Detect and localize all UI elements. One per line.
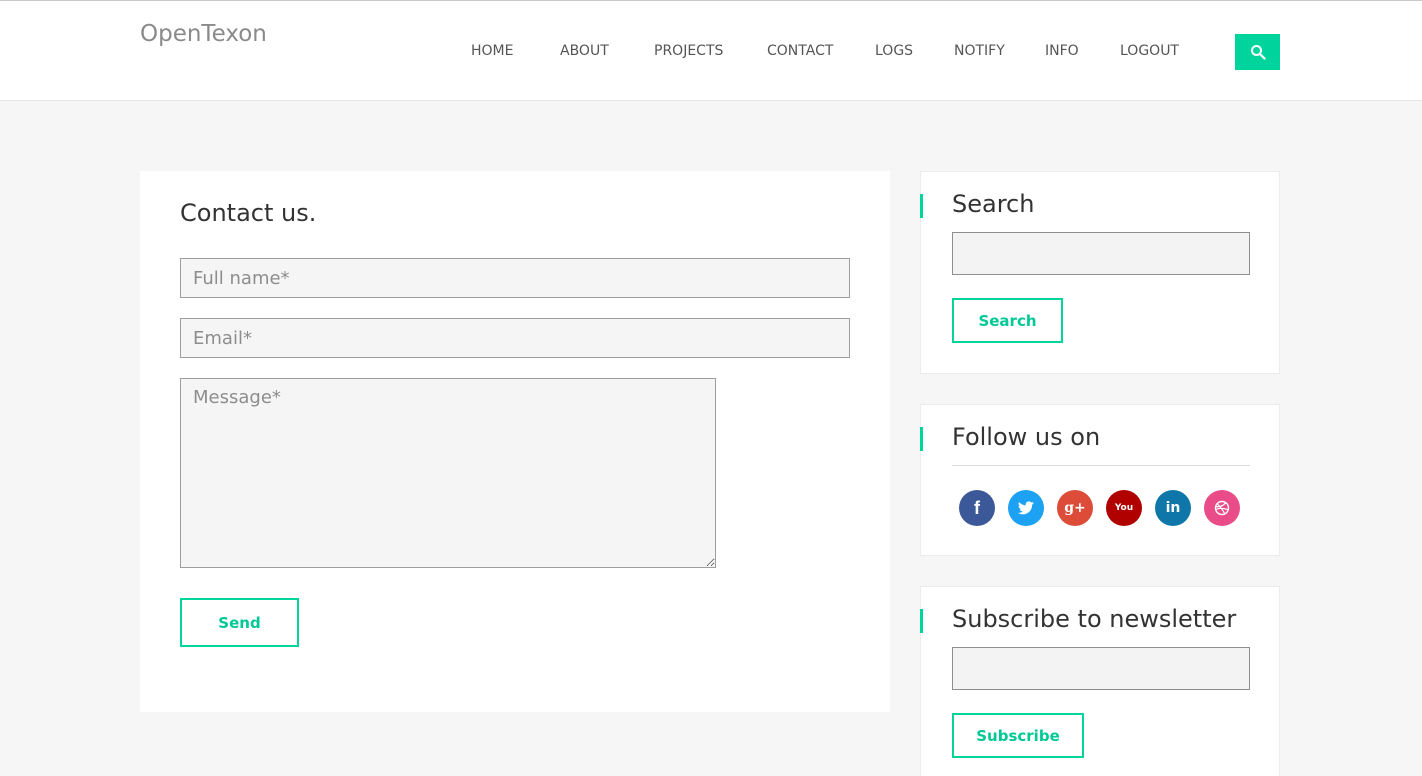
facebook-glyph: f <box>974 497 980 518</box>
youtube-icon[interactable]: You <box>1106 490 1142 526</box>
site-header: OpenTexon HOME ABOUT PROJECTS CONTACT LO… <box>0 0 1422 101</box>
dribbble-icon[interactable] <box>1204 490 1240 526</box>
message-textarea[interactable] <box>180 378 716 568</box>
subscribe-widget: Subscribe to newsletter Subscribe <box>920 586 1280 776</box>
nav-item-home[interactable]: HOME <box>471 43 513 59</box>
contact-form-card: Contact us. Send <box>140 171 890 712</box>
dribbble-ball-icon <box>1214 500 1230 516</box>
search-widget: Search Search <box>920 171 1280 374</box>
follow-widget-title: Follow us on <box>952 423 1101 451</box>
widget-accent-bar <box>920 194 923 218</box>
site-logo[interactable]: OpenTexon <box>140 21 267 47</box>
subscribe-widget-title: Subscribe to newsletter <box>952 605 1237 633</box>
contact-title: Contact us. <box>180 199 317 227</box>
nav-item-notify[interactable]: NOTIFY <box>954 43 1005 59</box>
google-plus-glyph: g+ <box>1064 500 1086 516</box>
follow-widget: Follow us on f g+ You in <box>920 404 1280 556</box>
youtube-glyph: You <box>1114 503 1134 513</box>
search-widget-title: Search <box>952 190 1035 218</box>
header-search-button[interactable] <box>1235 34 1280 70</box>
full-name-input[interactable] <box>180 258 850 298</box>
nav-item-about[interactable]: ABOUT <box>560 43 609 59</box>
widget-accent-bar <box>920 609 923 633</box>
widget-accent-bar <box>920 427 923 451</box>
facebook-icon[interactable]: f <box>959 490 995 526</box>
sidebar-search-input[interactable] <box>952 232 1250 275</box>
sidebar-search-button[interactable]: Search <box>952 298 1063 343</box>
linkedin-glyph: in <box>1165 500 1181 516</box>
twitter-icon[interactable] <box>1008 490 1044 526</box>
nav-item-logs[interactable]: LOGS <box>875 43 913 59</box>
send-button[interactable]: Send <box>180 598 299 647</box>
google-plus-icon[interactable]: g+ <box>1057 490 1093 526</box>
twitter-bird-icon <box>1018 501 1034 515</box>
search-icon <box>1250 45 1266 60</box>
linkedin-icon[interactable]: in <box>1155 490 1191 526</box>
nav-item-contact[interactable]: CONTACT <box>767 43 833 59</box>
subscribe-button[interactable]: Subscribe <box>952 713 1084 758</box>
nav-item-projects[interactable]: PROJECTS <box>654 43 723 59</box>
nav-item-info[interactable]: INFO <box>1045 43 1079 59</box>
newsletter-email-input[interactable] <box>952 647 1250 690</box>
nav-item-logout[interactable]: LOGOUT <box>1120 43 1179 59</box>
divider <box>952 465 1250 466</box>
email-input[interactable] <box>180 318 850 358</box>
